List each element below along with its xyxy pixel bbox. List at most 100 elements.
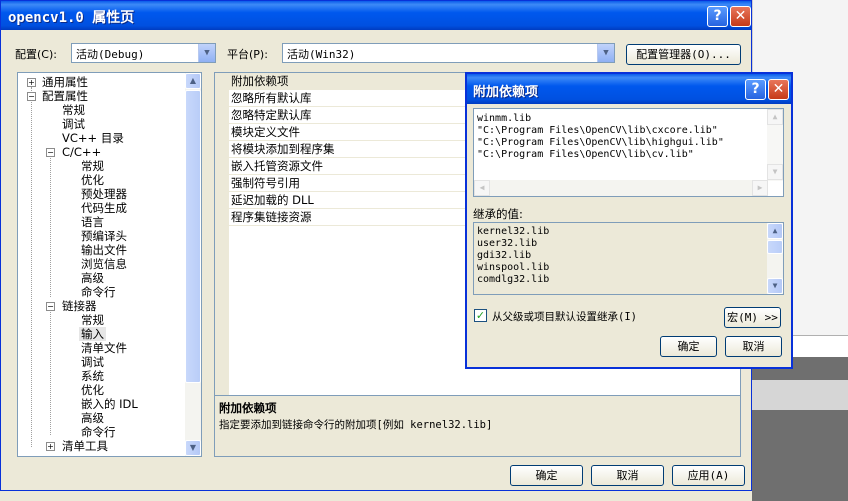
dialog-ok-button[interactable]: 确定 xyxy=(660,336,717,357)
inherit-checkbox-label[interactable]: 从父级或项目默认设置继承(I) xyxy=(492,309,637,324)
tree-item-output-files[interactable]: 输出文件 xyxy=(81,243,127,257)
property-row-embed-managed-resource[interactable]: 嵌入托管资源文件 xyxy=(229,158,489,175)
textarea-vscroll[interactable]: ▲ ▼ xyxy=(767,109,783,181)
dialog-title: 附加依赖项 xyxy=(473,85,539,100)
scroll-down-icon[interactable]: ▼ xyxy=(767,164,783,180)
tree-item-precompiled-headers[interactable]: 预编译头 xyxy=(81,229,127,243)
tree-item-c-cpp[interactable]: C/C++ xyxy=(62,145,101,159)
dependency-line: winmm.lib xyxy=(477,113,532,124)
dependency-line: "C:\Program Files\OpenCV\lib\highgui.lib… xyxy=(477,137,724,148)
property-tree[interactable]: + 通用属性 − 配置属性 常规 调试 VC++ 目录 − C/C++ 常规 优… xyxy=(17,72,202,457)
tree-item-general[interactable]: 常规 xyxy=(62,103,85,117)
tree-item-cpp-command-line[interactable]: 命令行 xyxy=(81,285,116,299)
property-row-delay-loaded-dlls[interactable]: 延迟加载的 DLL xyxy=(229,192,489,209)
tree-item-manifest-file[interactable]: 清单文件 xyxy=(81,341,127,355)
help-button[interactable]: ? xyxy=(707,6,728,27)
scroll-up-icon[interactable]: ▲ xyxy=(767,109,783,125)
description-text: 指定要添加到链接命令行的附加项[例如 kernel32.lib] xyxy=(219,419,493,431)
scroll-left-icon[interactable]: ◀ xyxy=(474,180,490,196)
inherited-scrollbar[interactable]: ▲ ▼ xyxy=(767,223,783,294)
scroll-up-icon[interactable]: ▲ xyxy=(185,73,201,89)
tree-item-preprocessor[interactable]: 预处理器 xyxy=(81,187,127,201)
tree-item-linker[interactable]: 链接器 xyxy=(62,299,97,313)
dialog-help-button[interactable]: ? xyxy=(745,79,766,100)
platform-label: 平台(P): xyxy=(227,48,268,61)
textarea-hscroll[interactable]: ◀ ▶ xyxy=(474,180,768,196)
platform-select[interactable]: 活动(Win32) ▼ xyxy=(282,43,615,63)
tree-expander-minus-icon[interactable]: − xyxy=(27,92,36,101)
cancel-button[interactable]: 取消 xyxy=(591,465,664,486)
inherited-value: user32.lib xyxy=(477,238,538,249)
scroll-down-icon[interactable]: ▼ xyxy=(767,278,783,294)
tree-item-cpp-optimization[interactable]: 优化 xyxy=(81,173,104,187)
tree-expander-plus-icon[interactable]: + xyxy=(46,442,55,451)
config-label: 配置(C): xyxy=(15,48,57,61)
property-row-additional-dependencies[interactable]: 附加依赖项 xyxy=(229,73,489,90)
tree-item-cpp-general[interactable]: 常规 xyxy=(81,159,104,173)
property-row-ignore-specific-libs[interactable]: 忽略特定默认库 xyxy=(229,107,489,124)
inherited-value: winspool.lib xyxy=(477,262,550,273)
property-description: 附加依赖项 指定要添加到链接命令行的附加项[例如 kernel32.lib] xyxy=(215,395,740,456)
scroll-down-icon[interactable]: ▼ xyxy=(185,440,201,456)
tree-item-language[interactable]: 语言 xyxy=(81,215,104,229)
tree-item-code-generation[interactable]: 代码生成 xyxy=(81,201,127,215)
inherit-checkbox[interactable]: ✓ xyxy=(474,309,487,322)
inherited-value: comdlg32.lib xyxy=(477,274,550,285)
tree-expander-plus-icon[interactable]: + xyxy=(27,78,36,87)
property-row-ignore-all-default-libs[interactable]: 忽略所有默认库 xyxy=(229,90,489,107)
dependencies-textarea[interactable]: winmm.lib "C:\Program Files\OpenCV\lib\c… xyxy=(473,108,784,197)
config-select[interactable]: 活动(Debug) ▼ xyxy=(71,43,216,63)
tree-expander-minus-icon[interactable]: − xyxy=(46,148,55,157)
tree-item-linker-debugging[interactable]: 调试 xyxy=(81,355,104,369)
scroll-up-icon[interactable]: ▲ xyxy=(767,223,783,239)
dialog-close-button[interactable]: ✕ xyxy=(768,79,789,100)
inherited-value: gdi32.lib xyxy=(477,250,532,261)
window-title: opencv1.0 属性页 xyxy=(8,10,135,26)
ok-button[interactable]: 确定 xyxy=(510,465,583,486)
tree-expander-minus-icon[interactable]: − xyxy=(46,302,55,311)
close-icon: ✕ xyxy=(772,81,785,97)
tree-item-manifest-tool[interactable]: 清单工具 xyxy=(62,439,108,453)
tree-item-embedded-idl[interactable]: 嵌入的 IDL xyxy=(81,397,138,411)
dialog-titlebar[interactable]: 附加依赖项 xyxy=(467,74,791,104)
close-icon: ✕ xyxy=(734,8,747,24)
tree-item-vc-directories[interactable]: VC++ 目录 xyxy=(62,131,124,145)
chevron-down-icon[interactable]: ▼ xyxy=(198,44,215,62)
platform-select-value: 活动(Win32) xyxy=(287,48,356,61)
tree-item-config-properties[interactable]: 配置属性 xyxy=(42,89,88,103)
tree-item-system[interactable]: 系统 xyxy=(81,369,104,383)
scroll-right-icon[interactable]: ▶ xyxy=(752,180,768,196)
window-titlebar[interactable]: opencv1.0 属性页 xyxy=(1,1,751,30)
dialog-cancel-button[interactable]: 取消 xyxy=(725,336,782,357)
config-manager-button[interactable]: 配置管理器(O)... xyxy=(626,44,741,65)
tree-guide-line xyxy=(31,87,32,447)
apply-button[interactable]: 应用(A) xyxy=(672,465,745,486)
tree-scrollbar[interactable]: ▲ ▼ xyxy=(185,73,201,456)
tree-guide-line xyxy=(50,305,51,435)
property-row-force-symbol-references[interactable]: 强制符号引用 xyxy=(229,175,489,192)
macro-button[interactable]: 宏(M) >> xyxy=(724,307,781,328)
tree-item-debugging[interactable]: 调试 xyxy=(62,117,85,131)
tree-guide-line xyxy=(50,151,51,297)
additional-dependencies-dialog: 附加依赖项 ? ✕ winmm.lib "C:\Program Files\Op… xyxy=(465,72,793,369)
tree-item-common-properties[interactable]: 通用属性 xyxy=(42,75,88,89)
tree-item-cpp-advanced[interactable]: 高级 xyxy=(81,271,104,285)
checkmark-icon: ✓ xyxy=(475,309,486,322)
property-row-assembly-link-resource[interactable]: 程序集链接资源 xyxy=(229,209,489,226)
inherited-values-box[interactable]: kernel32.lib user32.lib gdi32.lib winspo… xyxy=(473,222,784,295)
property-row-add-module-to-assembly[interactable]: 将模块添加到程序集 xyxy=(229,141,489,158)
tree-scroll-thumb[interactable] xyxy=(185,90,201,383)
tree-item-linker-command-line[interactable]: 命令行 xyxy=(81,425,116,439)
tree-item-linker-input[interactable]: 输入 xyxy=(79,327,106,341)
dependency-line: "C:\Program Files\OpenCV\lib\cxcore.lib" xyxy=(477,125,718,136)
description-title: 附加依赖项 xyxy=(219,401,277,415)
inherited-value: kernel32.lib xyxy=(477,226,550,237)
tree-item-linker-general[interactable]: 常规 xyxy=(81,313,104,327)
chevron-down-icon[interactable]: ▼ xyxy=(597,44,614,62)
tree-item-linker-optimization[interactable]: 优化 xyxy=(81,383,104,397)
tree-item-browse-info[interactable]: 浏览信息 xyxy=(81,257,127,271)
property-row-module-definition-file[interactable]: 模块定义文件 xyxy=(229,124,489,141)
close-button[interactable]: ✕ xyxy=(730,6,751,27)
tree-item-linker-advanced[interactable]: 高级 xyxy=(81,411,104,425)
inherited-scroll-thumb[interactable] xyxy=(767,240,783,254)
